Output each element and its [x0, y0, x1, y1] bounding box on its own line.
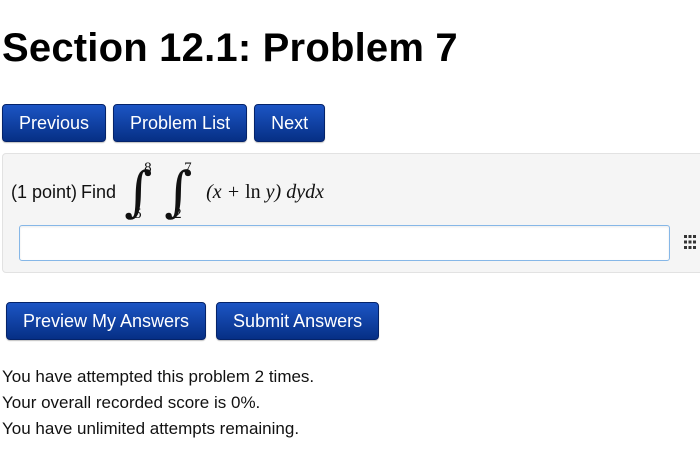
outer-lower-limit: 5	[134, 206, 142, 222]
preview-answers-button[interactable]: Preview My Answers	[6, 302, 207, 340]
outer-integral: ∫ 8 5	[122, 160, 152, 222]
problem-list-button[interactable]: Problem List	[113, 104, 248, 142]
outer-upper-limit: 8	[144, 160, 152, 176]
integrand-open: (x +	[206, 180, 246, 203]
next-button[interactable]: Next	[254, 104, 326, 142]
problem-statement: (1 point) Find ∫ 8 5 ∫ 7 2 (x + ln y) dy…	[11, 160, 324, 222]
page-title: Section 12.1: Problem 7	[2, 26, 458, 70]
problem-points: (1 point)	[11, 181, 78, 202]
problem-panel: (1 point) Find ∫ 8 5 ∫ 7 2 (x + ln y) dy…	[2, 153, 700, 273]
inner-lower-limit: 2	[174, 206, 182, 222]
problem-prompt: Find	[81, 181, 117, 202]
attempt-status: You have attempted this problem 2 times.…	[2, 364, 314, 442]
submit-answers-button[interactable]: Submit Answers	[216, 302, 380, 340]
inner-integral: ∫ 7 2	[162, 160, 192, 222]
inner-upper-limit: 7	[184, 160, 192, 176]
attempts-text: You have attempted this problem 2 times.	[2, 367, 315, 386]
answer-input[interactable]	[19, 225, 670, 261]
remaining-text: You have unlimited attempts remaining.	[2, 419, 300, 438]
grid-icon[interactable]	[684, 235, 696, 249]
problem-nav: Previous Problem List Next	[2, 104, 326, 142]
integrand-close: y) dydx	[260, 180, 324, 203]
previous-button[interactable]: Previous	[2, 104, 107, 142]
integral-expression: ∫ 8 5 ∫ 7 2 (x + ln y) dydx	[122, 160, 324, 222]
integrand: (x + ln y) dydx	[206, 181, 324, 204]
score-text: Your overall recorded score is 0%.	[2, 393, 261, 412]
answer-actions: Preview My Answers Submit Answers	[6, 302, 380, 340]
integrand-ln: ln	[245, 180, 261, 203]
page: Section 12.1: Problem 7 Previous Problem…	[0, 0, 700, 456]
